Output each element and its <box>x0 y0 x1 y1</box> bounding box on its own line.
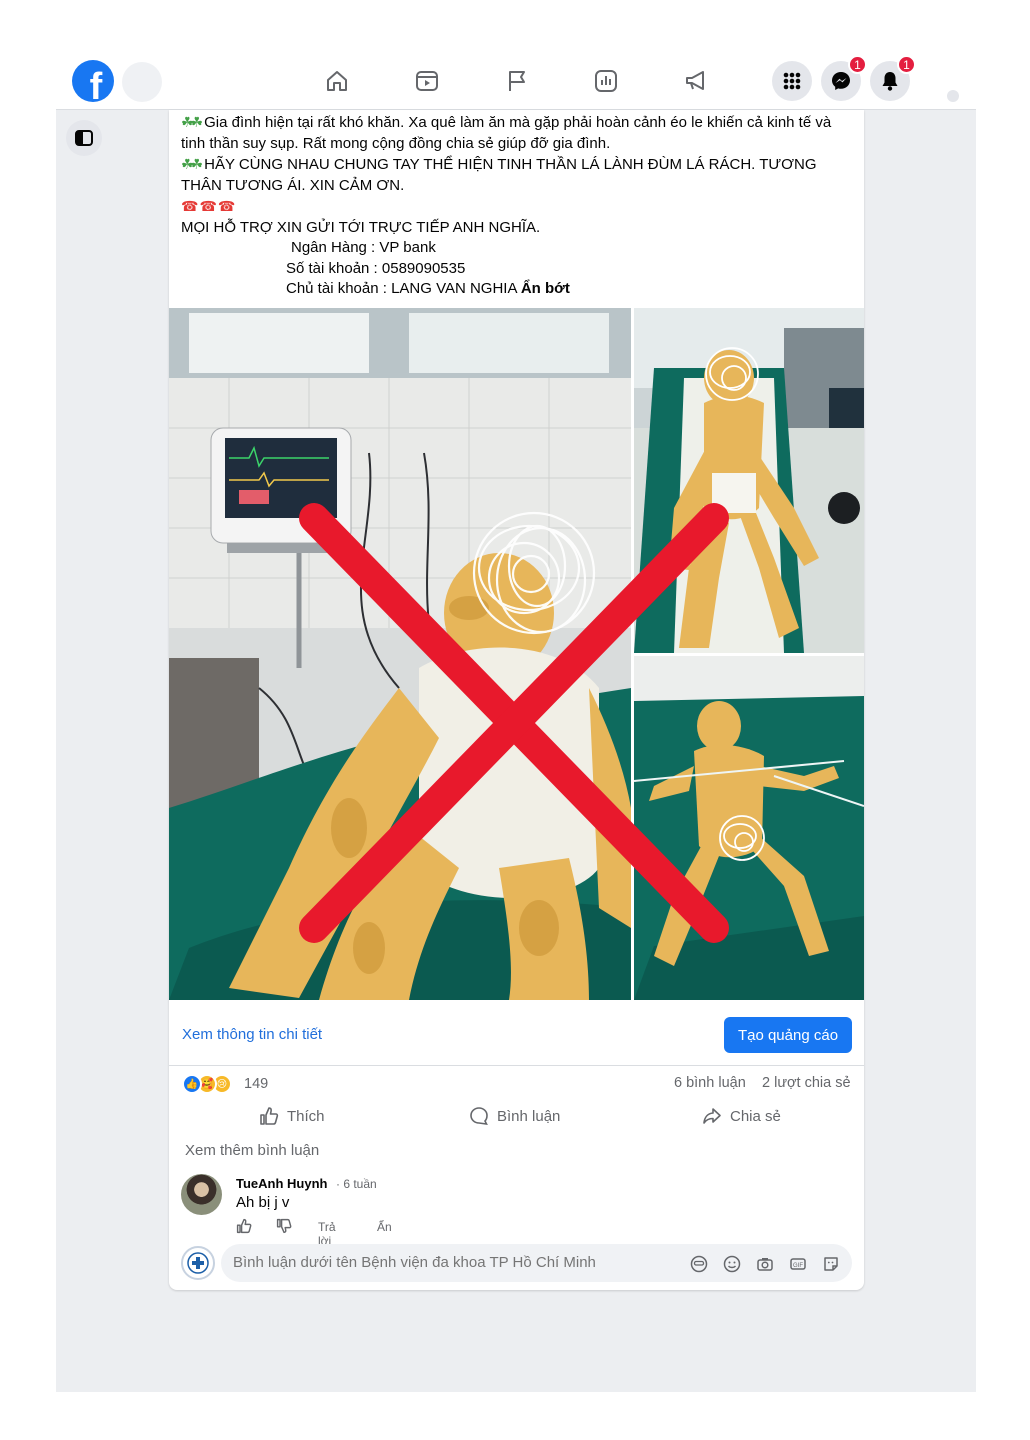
post-line: ☘☘ HÃY CÙNG NHAU CHUNG TAY THỂ HIỆN TINH … <box>181 156 817 173</box>
pages-flag-icon[interactable] <box>502 66 532 96</box>
bell-icon <box>882 72 898 91</box>
messenger-icon <box>832 72 850 90</box>
share-count[interactable]: 2 lượt chia sẻ <box>762 1075 851 1091</box>
menu-grid-button[interactable] <box>772 61 812 101</box>
reaction-icons[interactable]: 👍 🥰 😢 <box>182 1074 242 1094</box>
sticker-icon[interactable] <box>821 1254 840 1273</box>
post-photo-top-right[interactable] <box>634 308 864 653</box>
post-line-bank: Ngân Hàng : VP bank <box>291 239 436 256</box>
post-card: ☘☘ Gia đình hiện tại rất khó khăn. Xa quê… <box>169 110 864 1290</box>
view-more-comments-link[interactable]: Xem thêm bình luận <box>185 1142 319 1159</box>
comment-timestamp[interactable]: · 6 tuần <box>336 1177 377 1191</box>
thumbs-up-icon <box>236 1218 252 1234</box>
messenger-badge: 1 <box>848 55 867 74</box>
clover-emoji-icon: ☘☘ <box>181 156 203 172</box>
megaphone-ads-icon[interactable] <box>681 66 711 96</box>
post-line: ☎☎☎ <box>181 196 857 218</box>
post-line: MỌI HỖ TRỢ XIN GỬI TỚI TRỰC TIẾP ANH NGH… <box>181 218 541 236</box>
insights-chart-icon[interactable] <box>591 66 621 96</box>
like-button[interactable]: Thích <box>259 1106 325 1126</box>
post-actions: Thích Bình luận Chia sẻ <box>169 1102 864 1136</box>
emoji-icon[interactable] <box>722 1254 741 1273</box>
like-label: Thích <box>287 1107 325 1125</box>
post-photo-bottom-right[interactable] <box>634 656 864 1000</box>
hide-comment-link[interactable]: Ẩn <box>377 1220 392 1234</box>
facebook-logo[interactable]: f <box>72 60 114 102</box>
notifications-button[interactable]: 1 <box>870 55 916 101</box>
messenger-button[interactable]: 1 <box>821 55 867 101</box>
comment-count[interactable]: 6 bình luận <box>674 1075 746 1091</box>
telephone-emoji-icon: ☎☎☎ <box>181 198 237 214</box>
comment-composer: GIF <box>181 1244 852 1282</box>
see-less-link[interactable]: Ẩn bớt <box>521 280 570 297</box>
grid-icon <box>783 72 801 90</box>
see-details-link[interactable]: Xem thông tin chi tiết <box>182 1026 322 1043</box>
post-photo-main[interactable] <box>169 308 631 1000</box>
post-body: ☘☘ Gia đình hiện tại rất khó khăn. Xa quê… <box>181 112 857 300</box>
home-icon[interactable] <box>322 66 352 96</box>
create-ad-button[interactable]: Tạo quảng cáo <box>724 1017 852 1053</box>
video-icon[interactable] <box>412 66 442 96</box>
hospital-logo-icon <box>187 1252 209 1274</box>
page-avatar[interactable] <box>181 1246 215 1280</box>
share-arrow-icon <box>703 1108 721 1124</box>
search-button[interactable] <box>122 62 162 102</box>
like-reaction-icon: 👍 <box>182 1074 202 1094</box>
reaction-count[interactable]: 149 <box>244 1076 268 1092</box>
comment-dislike-button[interactable] <box>276 1218 292 1237</box>
composer-tools: GIF <box>689 1254 840 1273</box>
share-button[interactable]: Chia sẻ <box>702 1106 781 1126</box>
comment-author[interactable]: TueAnh Huynh <box>236 1176 327 1191</box>
post-photo-grid <box>169 308 864 1002</box>
comment-label: Bình luận <box>497 1107 561 1125</box>
camera-icon[interactable] <box>755 1254 774 1273</box>
clover-emoji-icon: ☘☘ <box>181 114 203 130</box>
comment-text: Ah bị j v <box>236 1194 290 1211</box>
post-line: THÂN TƯƠNG ÁI. XIN CẢM ƠN. <box>181 176 405 194</box>
notifications-badge: 1 <box>897 55 916 74</box>
comment-button[interactable]: Bình luận <box>469 1106 560 1126</box>
sidebar-toggle-button[interactable] <box>66 120 102 156</box>
post-line-account: Số tài khoản : 0589090535 <box>286 259 466 277</box>
sidebar-toggle-icon <box>75 130 93 146</box>
comment-bubble-icon <box>470 1107 488 1125</box>
thumbs-down-icon <box>276 1218 292 1234</box>
comment-like-button[interactable] <box>236 1218 252 1237</box>
thumbs-up-icon <box>260 1107 279 1125</box>
post-line: ☘☘ Gia đình hiện tại rất khó khăn. Xa quê… <box>181 114 832 131</box>
post-line-owner: Chủ tài khoản : LANG VAN NGHIA Ẩn bớt <box>286 280 570 297</box>
post-stats: 👍 🥰 😢 149 6 bình luận 2 lượt chia sẻ <box>169 1072 864 1098</box>
svg-text:GIF: GIF <box>793 1263 803 1269</box>
account-avatar[interactable] <box>947 90 959 102</box>
call-to-action-row: Xem thông tin chi tiết Tạo quảng cáo <box>169 1010 864 1066</box>
commenter-avatar[interactable] <box>181 1174 222 1215</box>
avatar-sticker-icon[interactable] <box>689 1254 708 1273</box>
gif-icon[interactable]: GIF <box>788 1254 807 1273</box>
post-line: tinh thần suy sụp. Rất mong cộng đồng ch… <box>181 134 611 152</box>
share-label: Chia sẻ <box>730 1107 781 1125</box>
